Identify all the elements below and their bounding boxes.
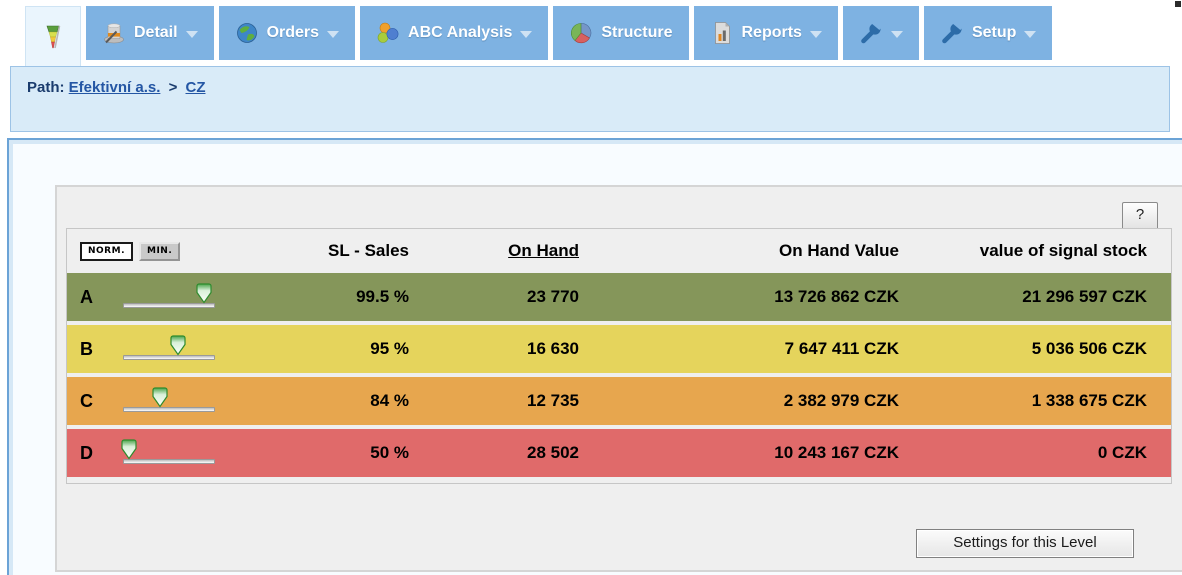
norm-button[interactable]: NORM. [80,242,133,261]
min-button[interactable]: MIN. [139,242,180,261]
tab-abc-analysis[interactable]: ABC Analysis [360,6,548,60]
tab-tools[interactable] [843,6,919,60]
tab-home[interactable] [25,6,81,67]
chevron-down-icon [891,31,903,38]
tab-orders[interactable]: Orders [219,6,355,60]
table-row-a: A 99.5 % 23 770 13 726 862 CZK 21 296 59… [67,273,1171,321]
table-body: A 99.5 % 23 770 13 726 862 CZK 21 296 59… [67,273,1171,477]
sl-sales-value: 99.5 % [277,287,409,307]
on-hand-value: 28 502 [409,443,579,463]
detail-hat-icon [102,21,126,45]
chevron-down-icon [1024,31,1036,38]
breadcrumb-link-company[interactable]: Efektivní a.s. [69,79,161,96]
scrollbar-corner-artifact [1175,1,1181,7]
class-label: B [80,339,108,360]
abc-analysis-spheres-icon [376,21,400,45]
on-hand-value-czk: 2 382 979 CZK [579,391,899,411]
slider-thumb[interactable] [120,439,139,460]
table-row-c: C 84 % 12 735 2 382 979 CZK 1 338 675 CZ… [67,377,1171,425]
chevron-down-icon [810,31,822,38]
class-label: A [80,287,108,308]
sl-sales-value: 84 % [277,391,409,411]
abc-funnel-icon [41,24,65,50]
service-level-slider[interactable] [123,387,215,415]
signal-stock-value-czk: 21 296 597 CZK [899,287,1171,307]
tab-label-setup: Setup [972,24,1016,42]
slider-thumb[interactable] [194,283,213,304]
on-hand-value-czk: 10 243 167 CZK [579,443,899,463]
breadcrumb-link-cz[interactable]: CZ [186,79,206,96]
settings-for-level-button[interactable]: Settings for this Level [916,529,1134,558]
on-hand-value-czk: 13 726 862 CZK [579,287,899,307]
table-header-row: NORM. MIN. SL - Sales On Hand On Hand Va… [67,229,1171,273]
table-row-b: B 95 % 16 630 7 647 411 CZK 5 036 506 CZ… [67,325,1171,373]
app-window: Detail Orders ABC Anal [0,0,1182,575]
mode-buttons: NORM. MIN. [80,242,277,261]
column-header-on-hand[interactable]: On Hand [409,241,579,261]
column-header-signal-stock: value of signal stock [899,241,1171,261]
chevron-down-icon [327,31,339,38]
service-level-slider[interactable] [123,283,215,311]
on-hand-value: 12 735 [409,391,579,411]
table-row-d: D 50 % 28 502 10 243 167 CZK 0 CZK [67,429,1171,477]
help-button[interactable]: ? [1122,202,1158,230]
chevron-down-icon [186,31,198,38]
wrench-icon [859,21,883,45]
on-hand-value: 23 770 [409,287,579,307]
abc-settings-panel: ? NORM. MIN. SL - Sales On Hand On Hand … [55,185,1182,572]
service-level-slider[interactable] [123,335,215,363]
tab-label-reports: Reports [742,24,802,42]
reports-document-icon [710,21,734,45]
tab-bar: Detail Orders ABC Anal [25,6,1052,67]
chevron-down-icon [520,31,532,38]
tab-reports[interactable]: Reports [694,6,838,60]
slider-thumb[interactable] [169,335,188,356]
breadcrumb-separator: > [165,79,182,96]
tab-label-detail: Detail [134,24,178,42]
signal-stock-value-czk: 1 338 675 CZK [899,391,1171,411]
signal-stock-value-czk: 0 CZK [899,443,1171,463]
on-hand-value-czk: 7 647 411 CZK [579,339,899,359]
class-label: C [80,391,108,412]
sl-sales-value: 50 % [277,443,409,463]
on-hand-value: 16 630 [409,339,579,359]
tab-label-orders: Orders [267,24,319,42]
tab-setup[interactable]: Setup [924,6,1052,60]
path-label: Path: [27,79,65,96]
abc-class-table: NORM. MIN. SL - Sales On Hand On Hand Va… [66,228,1172,484]
breadcrumb: Path: Efektivní a.s. > CZ [10,66,1170,132]
setup-wrench-icon [940,21,964,45]
signal-stock-value-czk: 5 036 506 CZK [899,339,1171,359]
tab-structure[interactable]: Structure [553,6,688,60]
tab-label-abc-analysis: ABC Analysis [408,24,512,42]
column-header-on-hand-value: On Hand Value [579,241,899,261]
slider-thumb[interactable] [150,387,169,408]
orders-globe-icon [235,21,259,45]
column-header-sl-sales: SL - Sales [277,241,409,261]
service-level-slider[interactable] [123,439,215,467]
tab-detail[interactable]: Detail [86,6,214,60]
sl-sales-value: 95 % [277,339,409,359]
structure-pie-icon [569,21,593,45]
tab-label-structure: Structure [601,24,672,42]
class-label: D [80,443,108,464]
